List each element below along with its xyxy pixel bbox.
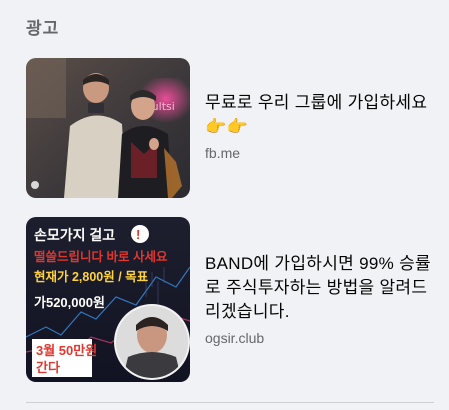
ad-2-image-line3: 현재가 2,800원 / 목표 (34, 269, 149, 284)
ad-2-graphic: 손모가지 걸고 ! 떨쓸드립니다 바로 사세요 현재가 2,800원 / 목표 … (26, 217, 190, 382)
ad-2-image-line4: 가520,000원 (34, 295, 105, 310)
sponsored-ad-2[interactable]: 손모가지 걸고 ! 떨쓸드립니다 바로 사세요 현재가 2,800원 / 목표 … (26, 217, 435, 382)
ad-2-image-badge: ! (136, 227, 140, 242)
section-divider (26, 402, 434, 403)
ad-2-image-line5a: 3월 50만원 (36, 343, 97, 358)
ad-1-headline[interactable]: 무료로 우리 그룹에 가입하세요👉👉 (205, 91, 435, 139)
ad-1-domain: fb.me (205, 145, 241, 161)
ad-2-domain: ogsir.club (205, 330, 265, 346)
ads-section-title: 광고 (26, 19, 60, 38)
ad-2-headline[interactable]: BAND에 가입하시면 99% 승률로 주식투자하는 방법을 알려드리겠습니다. (205, 252, 435, 324)
ad-2-image[interactable]: 손모가지 걸고 ! 떨쓸드립니다 바로 사세요 현재가 2,800원 / 목표 … (26, 217, 190, 382)
ad-2-image-line5b: 간다 (36, 360, 60, 375)
ad-2-image-line2: 떨쓸드립니다 바로 사세요 (34, 249, 168, 264)
sponsored-ad-1[interactable]: Cultsi 무료로 우리 그룹에 가입하세요👉👉 fb.me (26, 58, 434, 222)
ad-1-image[interactable]: Cultsi (26, 58, 190, 198)
ad-2-image-line1: 손모가지 걸고 (34, 227, 115, 243)
ad-1-photo: Cultsi (26, 58, 190, 198)
